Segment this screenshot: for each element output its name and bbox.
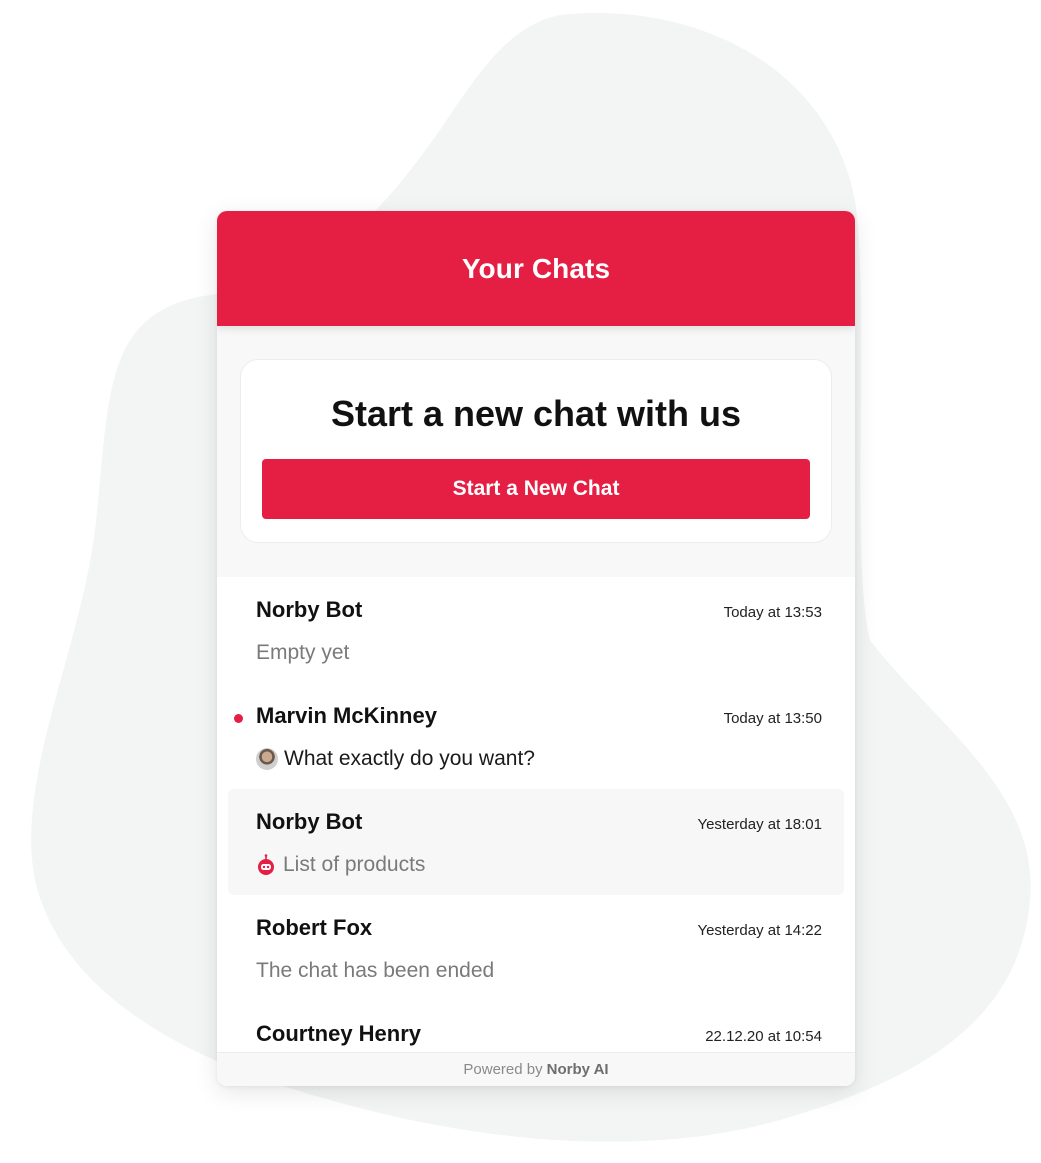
footer-brand-link[interactable]: Norby AI bbox=[547, 1061, 609, 1078]
start-new-chat-button[interactable]: Start a New Chat bbox=[262, 459, 810, 519]
chat-preview: Empty yet bbox=[256, 641, 350, 664]
chat-list-item[interactable]: Marvin McKinney Today at 13:50 What exac… bbox=[228, 683, 844, 789]
chat-list-item[interactable]: Robert Fox Yesterday at 14:22 The chat h… bbox=[228, 895, 844, 1001]
start-chat-section: Start a new chat with us Start a New Cha… bbox=[217, 326, 855, 577]
chat-name: Marvin McKinney bbox=[256, 703, 437, 728]
powered-by-footer: Powered by Norby AI bbox=[217, 1052, 855, 1086]
chat-list-item[interactable]: Norby Bot Today at 13:53 Empty yet bbox=[228, 577, 844, 683]
chat-name: Courtney Henry bbox=[256, 1021, 422, 1046]
chat-name: Norby Bot bbox=[256, 597, 363, 622]
chat-list-item[interactable]: Courtney Henry 22.12.20 at 10:54 bbox=[228, 1001, 844, 1052]
chat-list[interactable]: Norby Bot Today at 13:53 Empty yet Marvi… bbox=[217, 577, 855, 1052]
chat-time: Today at 13:53 bbox=[723, 604, 822, 621]
chat-time: 22.12.20 at 10:54 bbox=[705, 1028, 822, 1045]
header-title: Your Chats bbox=[461, 252, 611, 284]
chat-list-item[interactable]: Norby Bot Yesterday at 18:01 List of pro… bbox=[228, 789, 844, 895]
robot-icon bbox=[258, 854, 274, 875]
chat-name: Robert Fox bbox=[256, 915, 373, 940]
user-avatar bbox=[256, 748, 278, 770]
start-chat-card: Start a new chat with us Start a New Cha… bbox=[240, 359, 832, 543]
chat-time: Yesterday at 18:01 bbox=[697, 816, 822, 833]
unread-dot-icon bbox=[234, 714, 243, 723]
start-chat-heading: Start a new chat with us bbox=[330, 393, 742, 434]
chat-preview: List of products bbox=[283, 853, 426, 876]
chat-widget: Your Chats Start a new chat with us Star… bbox=[217, 211, 855, 1086]
chat-preview: What exactly do you want? bbox=[284, 747, 535, 770]
chat-time: Yesterday at 14:22 bbox=[697, 922, 822, 939]
footer-prefix: Powered by bbox=[463, 1061, 543, 1078]
chat-preview: The chat has been ended bbox=[256, 959, 495, 982]
chat-time: Today at 13:50 bbox=[723, 710, 822, 727]
widget-header: Your Chats bbox=[217, 211, 855, 326]
chat-name: Norby Bot bbox=[256, 809, 363, 834]
